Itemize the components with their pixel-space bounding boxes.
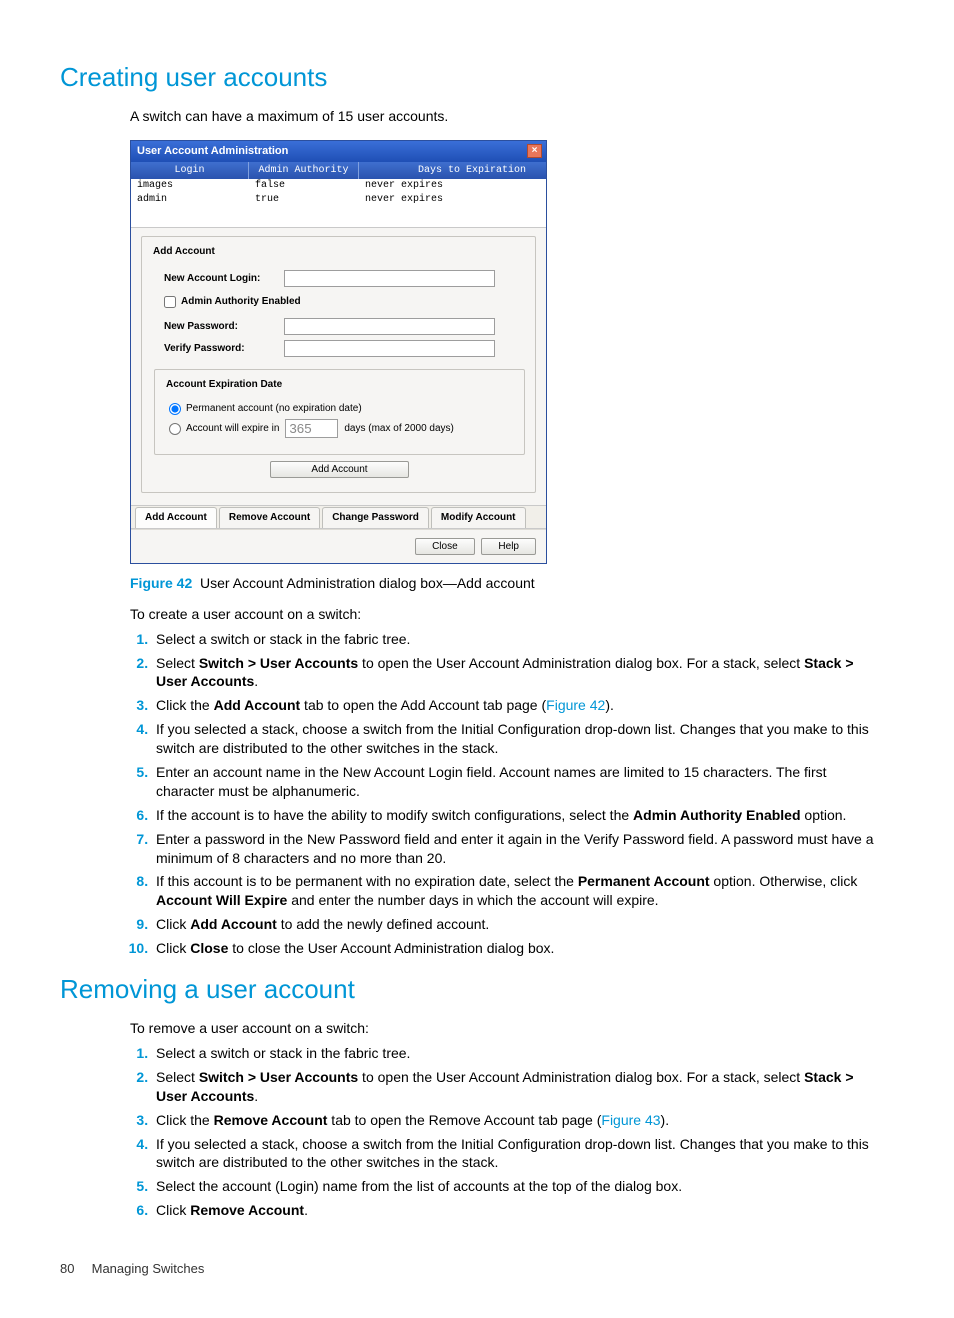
- new-password-label: New Password:: [164, 320, 284, 334]
- step: Click the Add Account tab to open the Ad…: [152, 696, 884, 715]
- remove-steps: Select a switch or stack in the fabric t…: [130, 1044, 884, 1220]
- figure-caption: Figure 42 User Account Administration di…: [130, 574, 884, 593]
- step: If this account is to be permanent with …: [152, 872, 884, 910]
- add-account-button[interactable]: Add Account: [270, 461, 408, 478]
- step: Enter a password in the New Password fie…: [152, 830, 884, 868]
- tab-remove-account[interactable]: Remove Account: [219, 507, 320, 528]
- permanent-label: Permanent account (no expiration date): [186, 402, 362, 416]
- step: Enter an account name in the New Account…: [152, 763, 884, 801]
- table-row[interactable]: admin true never expires: [131, 193, 546, 207]
- close-icon[interactable]: ×: [527, 144, 542, 158]
- col-login: Login: [131, 162, 249, 180]
- tab-add-account[interactable]: Add Account: [135, 507, 217, 528]
- step: If you selected a stack, choose a switch…: [152, 720, 884, 758]
- cell-days: never expires: [359, 179, 546, 193]
- step: Select a switch or stack in the fabric t…: [152, 630, 884, 649]
- admin-authority-label: Admin Authority Enabled: [181, 295, 301, 309]
- user-account-dialog: User Account Administration × Login Admi…: [130, 140, 547, 564]
- dialog-titlebar: User Account Administration ×: [131, 141, 546, 162]
- new-login-input[interactable]: [284, 270, 495, 287]
- expire-prefix: Account will expire in: [186, 422, 279, 436]
- step: If you selected a stack, choose a switch…: [152, 1135, 884, 1173]
- step: Select Switch > User Accounts to open th…: [152, 1068, 884, 1106]
- verify-password-input[interactable]: [284, 340, 495, 357]
- col-admin: Admin Authority: [249, 162, 359, 180]
- step: Select a switch or stack in the fabric t…: [152, 1044, 884, 1063]
- heading-creating: Creating user accounts: [60, 60, 894, 95]
- admin-authority-checkbox[interactable]: [164, 296, 176, 308]
- step: Click Remove Account.: [152, 1201, 884, 1220]
- new-login-label: New Account Login:: [164, 272, 284, 286]
- page-number: 80: [60, 1260, 88, 1278]
- heading-removing: Removing a user account: [60, 972, 894, 1007]
- table-row[interactable]: images false never expires: [131, 179, 546, 193]
- cell-admin: true: [249, 193, 359, 207]
- figure-label: Figure 42: [130, 575, 192, 591]
- figure-link[interactable]: Figure 42: [546, 697, 605, 713]
- step: Click Close to close the User Account Ad…: [152, 939, 884, 958]
- expiration-fieldset: Account Expiration Date Permanent accoun…: [154, 369, 525, 455]
- remove-lead: To remove a user account on a switch:: [130, 1019, 884, 1038]
- cell-admin: false: [249, 179, 359, 193]
- figure-text: User Account Administration dialog box—A…: [200, 575, 535, 591]
- dialog-close-button[interactable]: Close: [415, 538, 475, 555]
- col-days: Days to Expiration: [359, 162, 546, 180]
- permanent-radio[interactable]: [169, 403, 181, 415]
- table-header: Login Admin Authority Days to Expiration: [131, 162, 546, 180]
- cell-login: images: [131, 179, 249, 193]
- table-body: images false never expires admin true ne…: [131, 179, 546, 228]
- create-steps: Select a switch or stack in the fabric t…: [130, 630, 884, 958]
- figure-link[interactable]: Figure 43: [601, 1112, 660, 1128]
- create-lead: To create a user account on a switch:: [130, 605, 884, 624]
- expire-suffix: days (max of 2000 days): [344, 422, 454, 436]
- expire-radio[interactable]: [169, 423, 181, 435]
- expire-days-input[interactable]: [285, 419, 338, 438]
- step: Click the Remove Account tab to open the…: [152, 1111, 884, 1130]
- tab-change-password[interactable]: Change Password: [322, 507, 429, 528]
- chapter-name: Managing Switches: [92, 1261, 205, 1276]
- step: Click Add Account to add the newly defin…: [152, 915, 884, 934]
- step: Select Switch > User Accounts to open th…: [152, 654, 884, 692]
- dialog-title: User Account Administration: [137, 144, 288, 159]
- page-footer: 80 Managing Switches: [60, 1260, 894, 1278]
- step: If the account is to have the ability to…: [152, 806, 884, 825]
- add-account-fieldset: Add Account New Account Login: Admin Aut…: [141, 236, 536, 493]
- dialog-help-button[interactable]: Help: [481, 538, 536, 555]
- expiration-legend: Account Expiration Date: [163, 378, 285, 392]
- fieldset-legend: Add Account: [150, 245, 218, 259]
- dialog-footer: Close Help: [131, 529, 546, 563]
- new-password-input[interactable]: [284, 318, 495, 335]
- step: Select the account (Login) name from the…: [152, 1177, 884, 1196]
- tabs-row: Add Account Remove Account Change Passwo…: [131, 505, 546, 529]
- intro-text: A switch can have a maximum of 15 user a…: [130, 107, 884, 126]
- tab-modify-account[interactable]: Modify Account: [431, 507, 526, 528]
- cell-login: admin: [131, 193, 249, 207]
- cell-days: never expires: [359, 193, 546, 207]
- verify-password-label: Verify Password:: [164, 342, 284, 356]
